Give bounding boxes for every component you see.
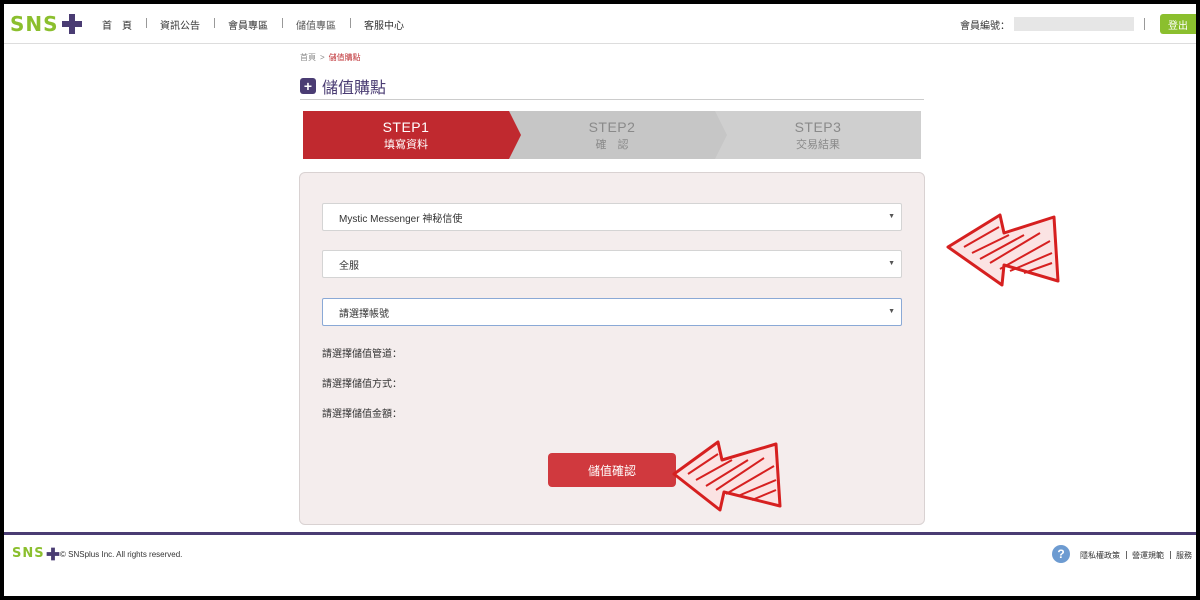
dropdown-caret-icon: ▼: [888, 260, 895, 267]
topup-form-panel: Mystic Messenger 神秘信使 ▼ 全服 ▼ 請選擇帳號 ▼ 請選擇…: [299, 172, 925, 525]
header-divider: [1144, 18, 1145, 30]
dropdown-caret-icon: ▼: [888, 308, 895, 315]
game-select-value: Mystic Messenger 神秘信使: [339, 213, 463, 225]
breadcrumb-current: 儲值購點: [328, 53, 361, 62]
account-select[interactable]: 請選擇帳號 ▼: [322, 298, 902, 326]
page-title-row: + 儲值購點: [300, 76, 924, 100]
top-header: SNS 首 頁 資訊公告 會員專區 儲值專區 客服中心 會員編號： 登出: [4, 4, 1196, 44]
step-3-subtitle: 交易結果: [796, 139, 840, 151]
nav-home[interactable]: 首 頁: [88, 17, 146, 32]
main-nav: 首 頁 資訊公告 會員專區 儲值專區 客服中心: [88, 4, 418, 44]
nav-support[interactable]: 客服中心: [350, 17, 418, 32]
step-2-title: STEP2: [588, 119, 636, 135]
step-2-subtitle: 確 認: [595, 139, 629, 151]
breadcrumb-separator: >: [320, 53, 325, 62]
game-select[interactable]: Mystic Messenger 神秘信使 ▼: [322, 203, 902, 231]
step-3-title: STEP3: [794, 119, 842, 135]
copyright-text: © SNSplus Inc. All rights reserved.: [60, 550, 183, 559]
logout-button[interactable]: 登出: [1160, 14, 1196, 34]
progress-steps: STEP1 填寫資料 STEP2 確 認 STEP3 交易結果: [303, 111, 921, 159]
breadcrumb: 首頁 > 儲值購點: [300, 52, 361, 63]
red-arrow-annotation-bottom: [672, 440, 782, 512]
footer-logo: SNS: [12, 546, 60, 561]
footer-logo-text: SNS: [12, 546, 45, 561]
operation-rules-link[interactable]: 營運規範: [1126, 550, 1170, 561]
page-title: 儲值購點: [322, 79, 387, 97]
dropdown-caret-icon: ▼: [888, 213, 895, 220]
channel-label: 請選擇儲值管道：: [322, 349, 402, 360]
plus-logo-icon: [61, 14, 82, 34]
member-id-label: 會員編號：: [960, 20, 1010, 32]
nav-topup[interactable]: 儲值專區: [282, 17, 350, 32]
breadcrumb-home[interactable]: 首頁: [300, 53, 316, 62]
footer-divider: [4, 532, 1196, 535]
server-select-value: 全服: [339, 260, 359, 272]
step-1-title: STEP1: [382, 119, 430, 135]
nav-news[interactable]: 資訊公告: [146, 17, 214, 32]
red-arrow-annotation-top: [946, 213, 1060, 287]
sns-logo[interactable]: SNS: [10, 10, 83, 38]
footer-links: 隱私權政策 營運規範 服務: [1074, 550, 1196, 561]
amount-label: 請選擇儲值金額：: [322, 409, 402, 420]
confirm-topup-button[interactable]: 儲值確認: [548, 453, 676, 487]
privacy-policy-link[interactable]: 隱私權政策: [1074, 550, 1126, 561]
help-icon[interactable]: ?: [1052, 545, 1070, 563]
step-3: STEP3 交易結果: [715, 111, 921, 159]
account-select-value: 請選擇帳號: [339, 308, 389, 320]
member-id-masked: [1014, 17, 1134, 31]
step-1: STEP1 填寫資料: [303, 111, 521, 159]
method-label: 請選擇儲值方式：: [322, 379, 402, 390]
logo-text: SNS: [10, 12, 59, 36]
service-link[interactable]: 服務: [1170, 550, 1196, 561]
step-1-subtitle: 填寫資料: [384, 139, 428, 151]
step-2: STEP2 確 認: [509, 111, 727, 159]
page-frame: SNS 首 頁 資訊公告 會員專區 儲值專區 客服中心 會員編號： 登出 首頁 >…: [4, 4, 1196, 596]
plus-logo-icon: [46, 547, 59, 560]
server-select[interactable]: 全服 ▼: [322, 250, 902, 278]
member-id: 會員編號：: [960, 4, 1134, 44]
plus-box-icon: +: [300, 77, 316, 94]
nav-member[interactable]: 會員專區: [214, 17, 282, 32]
